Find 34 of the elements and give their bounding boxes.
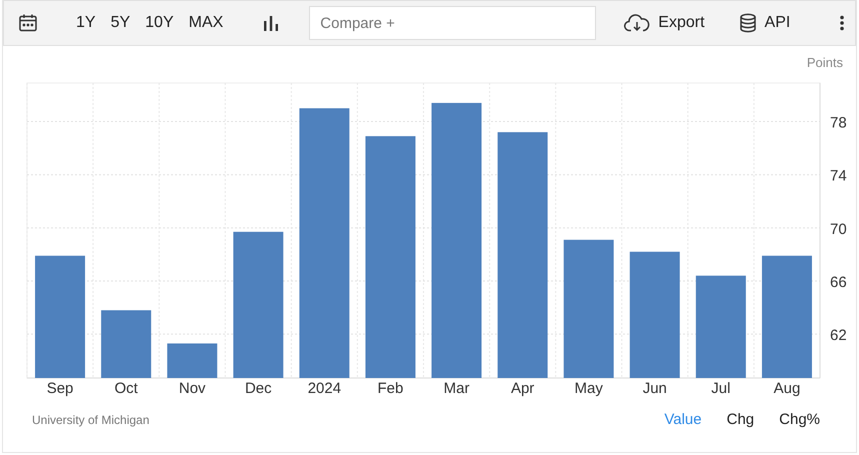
view-tab[interactable]: Chg — [726, 411, 754, 428]
axis-tick-label: 74 — [830, 168, 847, 185]
range-button[interactable]: 5Y — [110, 14, 130, 32]
more-menu-button[interactable] — [839, 15, 845, 31]
axis-category-label: Feb — [378, 380, 404, 397]
export-button[interactable]: Export — [624, 14, 705, 32]
range-button[interactable]: 10Y — [145, 14, 174, 32]
axis-tick-label: 70 — [830, 220, 847, 238]
axis-category-label: Dec — [244, 380, 272, 397]
calendar-button[interactable] — [18, 13, 38, 33]
axis-category-label: Jun — [642, 380, 667, 397]
range-button[interactable]: 1Y — [76, 14, 96, 32]
view-tab[interactable]: Value — [664, 411, 702, 428]
axis-category-label: May — [574, 380, 603, 397]
compare-field[interactable]: Compare + — [309, 6, 596, 40]
database-icon — [738, 13, 757, 33]
axis-category-label: Oct — [114, 380, 138, 397]
cloud-download-icon — [624, 14, 650, 32]
view-tab[interactable]: Chg% — [779, 411, 820, 428]
axis-category-label: Sep — [46, 380, 74, 397]
axis-category-label: Jul — [711, 380, 730, 397]
axis-category-label: 2024 — [308, 380, 342, 397]
source-label: University of Michigan — [32, 412, 150, 426]
axis-category-label: Apr — [510, 380, 534, 397]
axis-category-label: Mar — [444, 380, 470, 397]
range-button[interactable]: MAX — [188, 14, 224, 32]
axis-tick-label: 66 — [830, 274, 847, 291]
axis-tick-label: 62 — [830, 327, 847, 344]
axis-category-label: Nov — [178, 380, 206, 397]
axis-tick-label: 78 — [830, 114, 847, 132]
api-button[interactable]: API — [738, 13, 790, 33]
chart-type-button[interactable] — [263, 15, 280, 31]
unit-label: Points — [806, 55, 843, 70]
axis-category-label: Aug — [774, 380, 800, 397]
